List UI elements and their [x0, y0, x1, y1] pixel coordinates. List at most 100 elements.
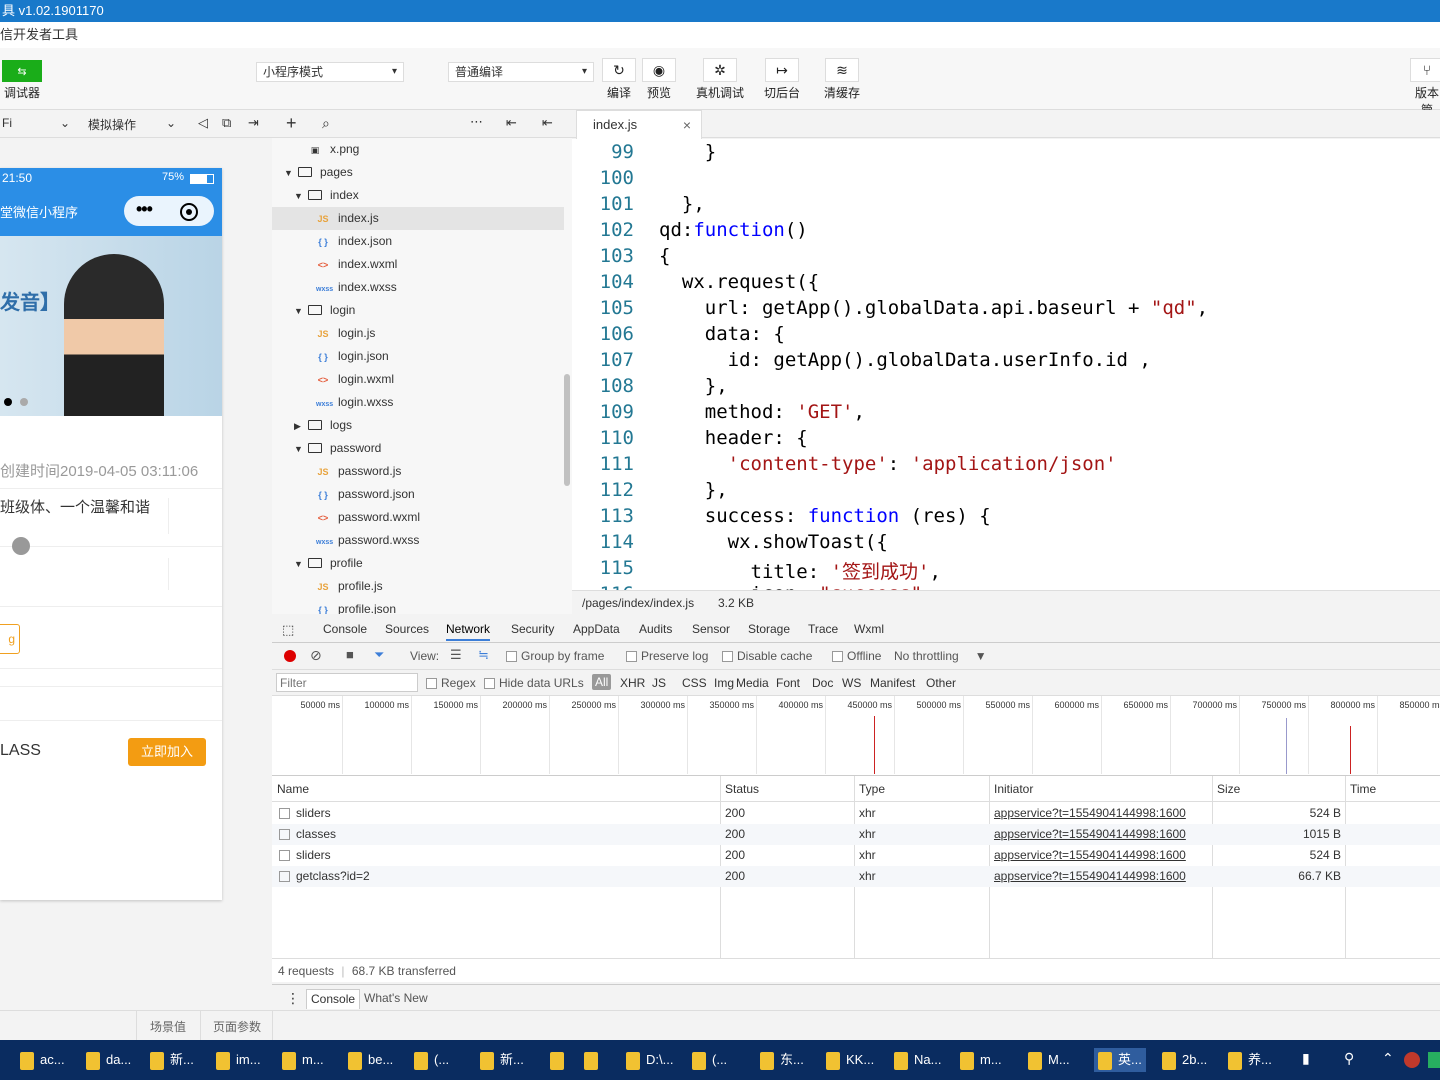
column-header-type[interactable]: Type — [859, 782, 885, 796]
page-params[interactable]: 页面参数 — [213, 1018, 261, 1035]
menu-app-name[interactable]: 信开发者工具 — [0, 27, 78, 42]
code-line[interactable]: { — [659, 245, 670, 267]
type-filter-other[interactable]: Other — [926, 676, 956, 690]
drawer-tab-console[interactable]: Console — [306, 989, 361, 1009]
drawer-menu-icon[interactable]: ⋮ — [286, 985, 300, 1011]
editor-tab[interactable]: index.js × — [576, 110, 702, 139]
tree-item-login-wxss[interactable]: wxss login.wxss — [272, 391, 393, 414]
devtools-tab-console[interactable]: Console — [323, 622, 367, 636]
code-line[interactable]: wx.request({ — [659, 271, 819, 293]
devtools-tab-wxml[interactable]: Wxml — [854, 622, 884, 636]
detach-icon[interactable]: ⇥ — [248, 115, 259, 131]
record-icon[interactable] — [284, 650, 296, 662]
devtools-tab-sources[interactable]: Sources — [385, 622, 429, 636]
filter-icon[interactable]: ⏷ — [374, 647, 384, 663]
code-line[interactable]: id: getApp().globalData.userInfo.id , — [659, 349, 1151, 371]
caret-down-icon[interactable]: ▼ — [294, 553, 308, 576]
type-filter-media[interactable]: Media — [736, 676, 769, 690]
drawer-tab-whats-new[interactable]: What's New — [364, 985, 428, 1011]
debugger-button[interactable]: ⇆ 调试器 — [2, 60, 42, 101]
taskbar-item[interactable]: be... — [348, 1048, 393, 1072]
type-filter-all[interactable]: All — [592, 674, 612, 690]
code-line[interactable]: success: function (res) { — [659, 505, 991, 527]
preserve-log-checkbox[interactable]: Preserve log — [626, 649, 708, 663]
taskbar-item[interactable]: 养... — [1228, 1048, 1272, 1072]
code-line[interactable]: 'content-type': 'application/json' — [659, 453, 1117, 475]
code-line[interactable]: data: { — [659, 323, 785, 345]
throttling-select[interactable]: No throttling ▼ — [894, 649, 987, 663]
toolbar-button-2[interactable]: ✲ 真机调试 — [696, 58, 744, 101]
tree-item-index-wxml[interactable]: <> index.wxml — [272, 253, 398, 276]
code-line[interactable]: method: 'GET', — [659, 401, 865, 423]
column-header-status[interactable]: Status — [725, 782, 759, 796]
toolbar-button-0[interactable]: ↻ 编译 — [602, 58, 636, 101]
tree-item-password-js[interactable]: JS password.js — [272, 460, 401, 483]
close-target-icon[interactable] — [180, 203, 198, 221]
taskbar-item[interactable]: m... — [282, 1048, 324, 1072]
tree-item-pages[interactable]: ▼ pages — [272, 161, 353, 184]
carousel-dot[interactable] — [20, 398, 28, 406]
mode-select[interactable]: 小程序模式 — [256, 62, 404, 82]
inspect-icon[interactable]: ⬚ — [282, 622, 294, 638]
code-line[interactable]: qd:function() — [659, 219, 808, 241]
caret-right-icon[interactable]: ▶ — [294, 415, 308, 438]
offline-checkbox[interactable]: Offline — [832, 649, 881, 663]
type-filter-img[interactable]: Img — [714, 676, 734, 690]
type-filter-manifest[interactable]: Manifest — [870, 676, 915, 690]
list-view-icon[interactable]: ☰ — [450, 647, 462, 663]
code-line[interactable]: }, — [659, 479, 728, 501]
taskbar-item[interactable]: ac... — [20, 1048, 65, 1072]
code-line[interactable]: icon: "success" — [659, 583, 923, 590]
devtools-tab-audits[interactable]: Audits — [639, 622, 672, 636]
tree-item-password[interactable]: ▼ password — [272, 437, 381, 460]
antivirus-tray-icon[interactable] — [1404, 1052, 1420, 1068]
taskbar-item[interactable]: 新... — [150, 1048, 194, 1072]
chevron-up-icon[interactable]: ⌃ — [1382, 1050, 1394, 1067]
people-tray-icon[interactable]: ⚲ — [1344, 1050, 1354, 1067]
tree-item-x-png[interactable]: ▣ x.png — [272, 138, 360, 161]
code-line[interactable]: url: getApp().globalData.api.baseurl + "… — [659, 297, 1208, 319]
tree-item-profile-js[interactable]: JS profile.js — [272, 575, 382, 598]
taskbar-item[interactable]: (... — [414, 1048, 449, 1072]
hide-data-urls-checkbox[interactable]: Hide data URLs — [484, 676, 584, 690]
taskbar-item[interactable] — [584, 1048, 604, 1072]
table-row[interactable]: classes 200 xhr appservice?t=1554904144998:… — [272, 824, 1440, 845]
network-timeline[interactable]: 50000 ms 100000 ms 150000 ms 200000 ms 25000… — [272, 696, 1440, 776]
table-row[interactable]: getclass?id=2 200 xhr appservice?t=15549041… — [272, 866, 1440, 887]
caret-down-icon[interactable]: ▼ — [294, 185, 308, 208]
devtools-tab-appdata[interactable]: AppData — [573, 622, 620, 636]
taskbar-item[interactable]: (... — [692, 1048, 727, 1072]
column-header-size[interactable]: Size — [1217, 782, 1240, 796]
taskbar-item[interactable] — [550, 1048, 570, 1072]
column-header-time[interactable]: Time — [1350, 782, 1376, 796]
group-by-frame-checkbox[interactable]: Group by frame — [506, 649, 604, 663]
caret-down-icon[interactable]: ▼ — [294, 300, 308, 323]
capsule-menu[interactable]: ••• — [124, 196, 214, 226]
type-filter-font[interactable]: Font — [776, 676, 800, 690]
tree-item-index-wxss[interactable]: wxss index.wxss — [272, 276, 397, 299]
table-row[interactable]: sliders 200 xhr appservice?t=1554904144998:… — [272, 845, 1440, 866]
caret-down-icon[interactable]: ▼ — [284, 162, 298, 185]
type-filter-js[interactable]: JS — [652, 676, 666, 690]
add-icon[interactable]: + — [286, 113, 297, 134]
tree-item-login[interactable]: ▼ login — [272, 299, 355, 322]
scene-value[interactable]: 场景值 — [150, 1018, 186, 1035]
code-line[interactable]: header: { — [659, 427, 808, 449]
devtools-tab-trace[interactable]: Trace — [808, 622, 838, 636]
tree-item-profile[interactable]: ▼ profile — [272, 552, 363, 575]
tree-item-login-js[interactable]: JS login.js — [272, 322, 375, 345]
tree-item-profile-json[interactable]: { } profile.json — [272, 598, 396, 614]
type-filter-ws[interactable]: WS — [842, 676, 861, 690]
version-button[interactable]: ⑂ 版本管 — [1410, 58, 1440, 118]
type-filter-xhr[interactable]: XHR — [620, 676, 645, 690]
regex-checkbox[interactable]: Regex — [426, 676, 476, 690]
disable-cache-checkbox[interactable]: Disable cache — [722, 649, 812, 663]
type-filter-doc[interactable]: Doc — [812, 676, 833, 690]
code-line[interactable]: wx.showToast({ — [659, 531, 888, 553]
compile-select[interactable]: 普通编译 — [448, 62, 594, 82]
taskbar-item[interactable]: da... — [86, 1048, 131, 1072]
tree-item-password-wxss[interactable]: wxss password.wxss — [272, 529, 419, 552]
more-icon[interactable]: ••• — [136, 199, 153, 220]
taskbar-item[interactable]: 新... — [480, 1048, 524, 1072]
taskbar-item[interactable]: KK... — [826, 1048, 874, 1072]
